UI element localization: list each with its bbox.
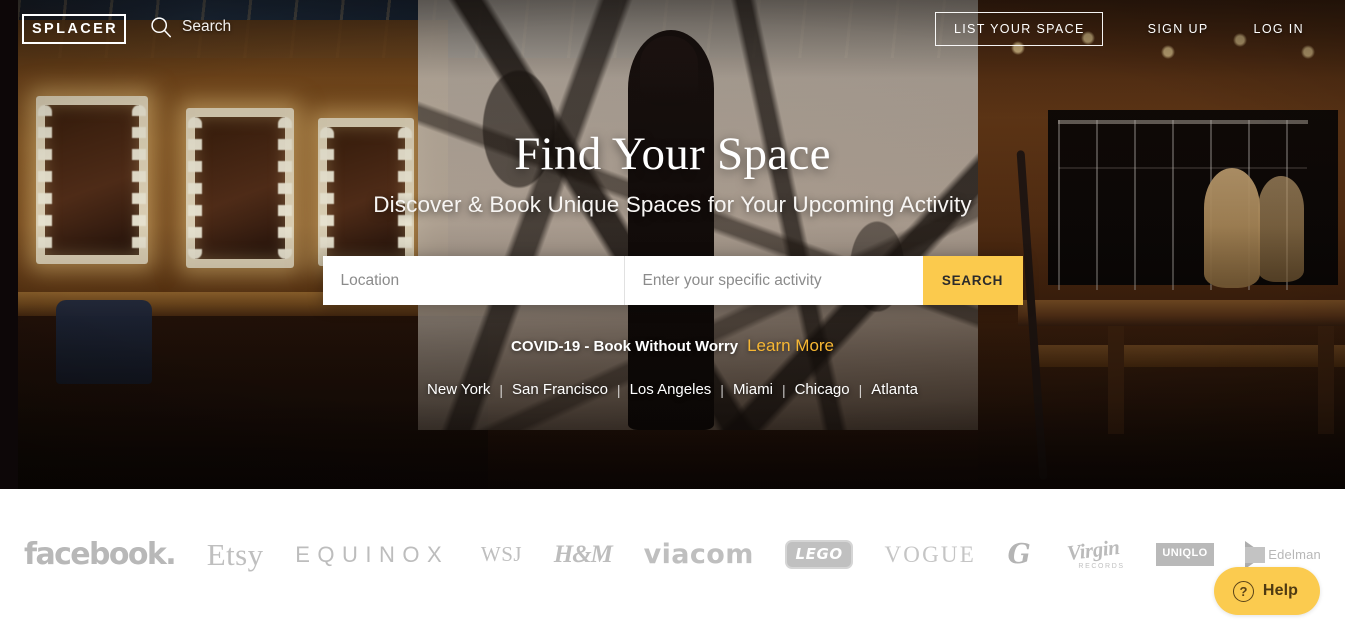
hero-content: Find Your Space Discover & Book Unique S… — [0, 0, 1345, 489]
activity-input[interactable] — [624, 256, 923, 306]
site-header: SPLACER Search LIST YOUR SPACE SIGN UP L… — [0, 0, 1345, 58]
brand-logo-etsy: Etsy — [206, 536, 264, 572]
brand-logo-gatorade: G — [1007, 539, 1031, 570]
search-icon — [150, 16, 172, 38]
brand-logo-wsj: WSJ — [480, 542, 523, 566]
brand-logo-lego: LEGO — [785, 540, 853, 569]
client-logo-strip: facebook. Etsy EQUINOX WSJ H&M viacom LE… — [0, 489, 1345, 622]
virgin-wordmark: Virgin — [1065, 534, 1121, 565]
header-nav: LIST YOUR SPACE SIGN UP LOG IN — [934, 0, 1345, 58]
edelman-arrow-icon — [1245, 540, 1266, 569]
city-link-new-york[interactable]: New York — [427, 381, 490, 398]
brand-logo-virgin-records: Virgin RECORDS — [1062, 534, 1125, 570]
covid-learn-more-link[interactable]: Learn More — [747, 336, 834, 356]
question-circle-icon: ? — [1232, 580, 1254, 602]
brand-logo-viacom: viacom — [643, 539, 754, 570]
logo-wordmark: SPLACER — [31, 20, 119, 37]
city-link-chicago[interactable]: Chicago — [795, 381, 850, 398]
hero-section: SPLACER Search LIST YOUR SPACE SIGN UP L… — [0, 0, 1345, 489]
page-title: Find Your Space — [514, 128, 831, 180]
city-link-los-angeles[interactable]: Los Angeles — [630, 381, 712, 398]
uniqlo-line-2: QLO — [1182, 547, 1208, 560]
log-in-link[interactable]: LOG IN — [1254, 22, 1304, 36]
brand-logo-uniqlo: UNI QLO — [1156, 543, 1214, 566]
edelman-wordmark: Edelman — [1268, 547, 1321, 562]
list-your-space-button[interactable]: LIST YOUR SPACE — [934, 12, 1103, 46]
brand-logo-edelman: Edelman — [1245, 540, 1321, 569]
header-search-button[interactable]: Search — [150, 16, 231, 38]
uniqlo-line-1: UNI — [1162, 547, 1183, 560]
help-widget-button[interactable]: ? Help — [1213, 567, 1320, 615]
search-button[interactable]: SEARCH — [922, 256, 1023, 306]
city-separator: | — [858, 381, 863, 398]
city-separator: | — [781, 381, 786, 398]
covid-notice-text: COVID-19 - Book Without Worry — [510, 338, 739, 356]
location-input[interactable] — [322, 256, 624, 306]
sign-up-link[interactable]: SIGN UP — [1148, 22, 1209, 36]
city-separator: | — [720, 381, 724, 398]
help-widget-label: Help — [1262, 582, 1298, 599]
city-separator: | — [616, 381, 621, 398]
brand-logo-hm: H&M — [553, 540, 613, 568]
splacer-logo[interactable]: SPLACER — [22, 14, 126, 44]
brand-logo-equinox: EQUINOX — [295, 541, 450, 567]
city-link-atlanta[interactable]: Atlanta — [871, 381, 918, 398]
header-search-label: Search — [182, 18, 232, 35]
hero-search-bar: SEARCH — [322, 256, 1023, 306]
brand-logo-vogue: VOGUE — [884, 541, 976, 567]
city-link-san-francisco[interactable]: San Francisco — [512, 381, 608, 398]
brand-logo-facebook: facebook. — [24, 537, 177, 572]
city-separator: | — [499, 381, 504, 398]
client-logo-row: facebook. Etsy EQUINOX WSJ H&M viacom LE… — [24, 534, 1321, 575]
popular-cities: New York | San Francisco | Los Angeles |… — [427, 381, 918, 398]
covid-notice: COVID-19 - Book Without Worry Learn More — [511, 336, 834, 356]
virgin-records-sub: RECORDS — [1078, 562, 1125, 570]
page-subtitle: Discover & Book Unique Spaces for Your U… — [373, 192, 972, 218]
city-link-miami[interactable]: Miami — [733, 381, 773, 398]
